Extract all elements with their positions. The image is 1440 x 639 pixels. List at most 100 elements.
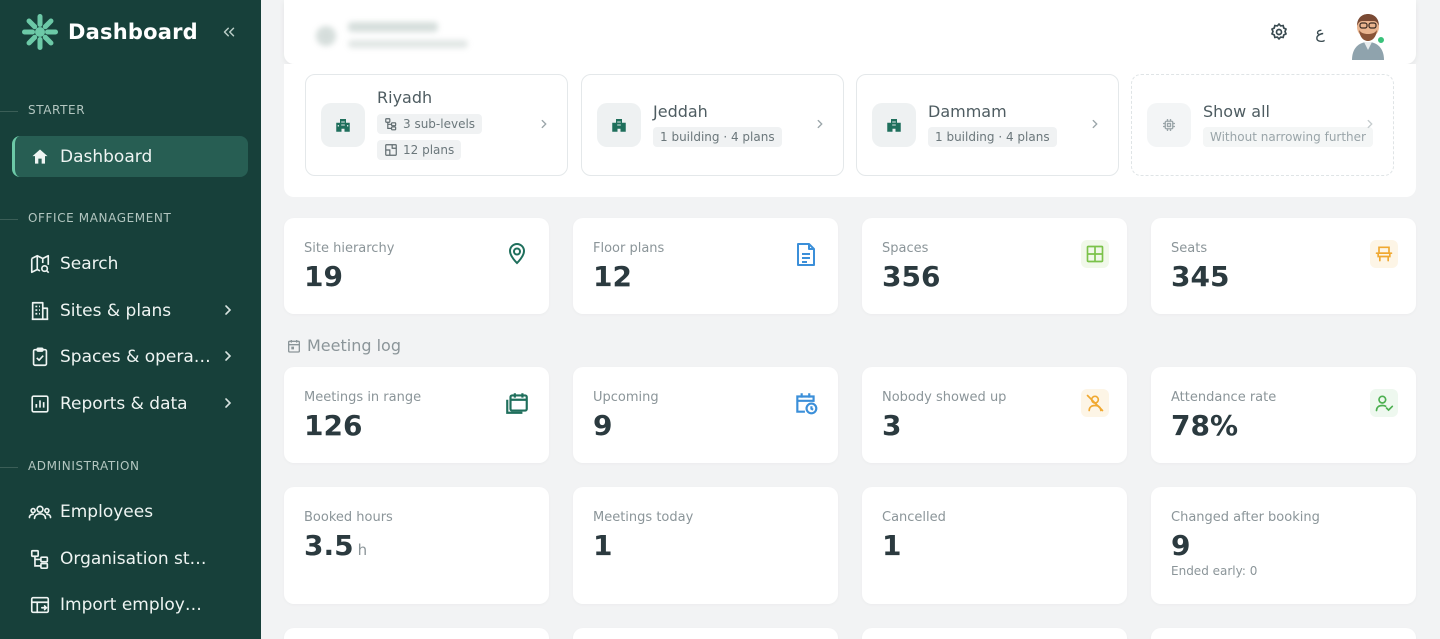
stat-card-cancelled[interactable]: Cancelled 1 [862,487,1127,604]
stat-card-partial [1151,628,1416,639]
stat-card-upcoming[interactable]: Upcoming 9 [573,367,838,463]
home-icon [28,145,52,169]
online-status-dot [1376,35,1386,45]
stat-card-meetings-in-range[interactable]: Meetings in range 126 [284,367,549,463]
site-card-riyadh[interactable]: Riyadh 3 sub-levels 12 plans [305,74,568,176]
stat-label: Cancelled [882,510,946,525]
stat-card-site-hierarchy[interactable]: Site hierarchy 19 [284,218,549,314]
sidebar-item-label: Import employees [60,594,212,615]
stat-label: Site hierarchy [304,241,395,256]
building-icon [28,299,52,323]
report-chart-icon [28,392,52,416]
building-icon [321,103,365,147]
layout-icon [1081,240,1109,268]
site-card-show-all[interactable]: Show all Without narrowing further [1131,74,1394,176]
section-label-office-management: OFFICE MANAGEMENT [28,211,172,225]
stat-card-spaces[interactable]: Spaces 356 [862,218,1127,314]
sidebar-item-label: Employees [60,501,154,522]
brand-logo-icon [22,14,58,50]
hierarchy-icon [385,118,397,131]
gear-icon [1270,22,1288,41]
stat-card-floor-plans[interactable]: Floor plans 12 [573,218,838,314]
section-label-starter: STARTER [28,103,86,117]
site-card-jeddah[interactable]: Jeddah 1 building · 4 plans [581,74,844,176]
sidebar-item-label: Organisation structure [60,548,212,569]
sidebar-item-label: Dashboard [60,146,153,167]
pill-text: 3 sub-levels [403,117,476,131]
stat-unit: h [357,541,368,559]
sidebar-item-label: Search [60,253,119,274]
site-pill-sub-levels: 3 sub-levels [377,114,483,134]
chevron-right-icon [541,119,547,129]
site-pill-plans: 12 plans [377,140,462,160]
avatar-image [1352,14,1384,60]
sidebar-item-employees[interactable]: Employees [12,491,248,532]
stat-card-partial [862,628,1127,639]
stat-value-group: 3.5 h [304,529,367,562]
calendar-clock-icon [792,389,820,417]
stat-value: 356 [882,260,941,293]
site-pill-summary: Without narrowing further [1203,127,1373,147]
brand[interactable]: Dashboard [20,12,198,52]
map-search-icon [28,252,52,276]
sidebar-item-dashboard[interactable]: Dashboard [12,136,248,177]
site-pill-summary: 1 building · 4 plans [653,127,782,147]
stat-card-partial [284,628,549,639]
floor-plan-icon [385,144,397,156]
sidebar-item-label: Spaces & operations [60,346,212,367]
stat-label: Spaces [882,241,929,256]
stat-label: Attendance rate [1171,390,1277,405]
sites-panel: Riyadh 3 sub-levels 12 plans Jeddah 1 bu… [284,64,1416,197]
sidebar-item-search[interactable]: Search [12,243,248,284]
sidebar-item-label: Sites & plans [60,300,172,321]
stat-label: Upcoming [593,390,659,405]
stat-value: 19 [304,260,343,293]
site-card-dammam[interactable]: Dammam 1 building · 4 plans [856,74,1119,176]
sidebar-item-label: Reports & data [60,393,188,414]
blurred-breadcrumb [316,22,468,48]
divider [0,219,18,220]
brand-title: Dashboard [68,20,198,44]
building-icon [872,103,916,147]
user-check-icon [1370,389,1398,417]
user-avatar[interactable] [1348,4,1388,60]
site-name: Jeddah [653,102,708,121]
pill-text: 12 plans [403,143,455,157]
stat-label: Meetings in range [304,390,422,405]
stat-card-booked-hours[interactable]: Booked hours 3.5 h [284,487,549,604]
chevron-right-icon [225,398,232,408]
calendar-stack-icon [503,389,531,417]
sidebar-item-reports-data[interactable]: Reports & data [12,383,248,424]
stat-value: 78% [1171,409,1239,442]
language-toggle[interactable]: ع [1308,20,1332,44]
chevron-right-icon [1367,119,1373,129]
sidebar-item-sites-plans[interactable]: Sites & plans [12,290,248,331]
sidebar-item-spaces-operations[interactable]: Spaces & operations [12,336,248,377]
chevron-right-icon [225,305,232,315]
stat-card-attendance-rate[interactable]: Attendance rate 78% [1151,367,1416,463]
stat-card-meetings-today[interactable]: Meetings today 1 [573,487,838,604]
site-pill-summary: 1 building · 4 plans [928,127,1057,147]
stat-value: 3 [882,409,902,442]
stat-card-nobody-showed-up[interactable]: Nobody showed up 3 [862,367,1127,463]
sidebar: Dashboard STARTER Dashboard OFFICE MANAG… [0,0,261,639]
settings-button[interactable] [1267,20,1291,44]
sidebar-item-organisation-structure[interactable]: Organisation structure [12,538,248,579]
stat-label: Changed after booking [1171,510,1320,525]
collapse-sidebar-button[interactable] [218,21,240,43]
stat-value: 1 [593,529,613,562]
users-icon [28,500,52,524]
stat-card-changed-after-booking[interactable]: Changed after booking 9 Ended early: 0 [1151,487,1416,604]
clipboard-check-icon [28,345,52,369]
sidebar-item-import-employees[interactable]: Import employees [12,584,248,625]
document-icon [792,240,820,268]
calendar-icon [288,339,300,353]
chevron-right-icon [817,119,823,129]
stat-value: 126 [304,409,363,442]
stat-card-seats[interactable]: Seats 345 [1151,218,1416,314]
stat-card-partial [573,628,838,639]
stat-label: Floor plans [593,241,665,256]
stat-label: Meetings today [593,510,694,525]
stat-value: 9 [1171,529,1191,562]
stat-value: 9 [593,409,613,442]
